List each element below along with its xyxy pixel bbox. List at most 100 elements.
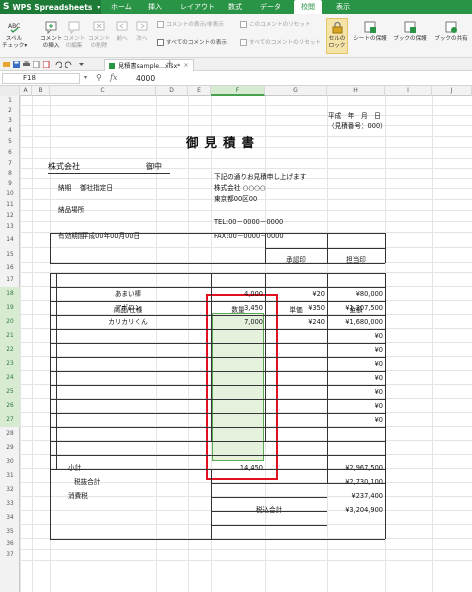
row-header[interactable]: 14 bbox=[0, 233, 20, 248]
item-name[interactable]: カリカリくん bbox=[50, 317, 206, 327]
item-amount[interactable]: ¥0 bbox=[327, 387, 383, 397]
column-header-c[interactable]: C bbox=[50, 86, 156, 96]
row-header[interactable]: 5 bbox=[0, 137, 20, 148]
column-header-g[interactable]: G bbox=[265, 86, 327, 96]
row-header[interactable]: 3 bbox=[0, 116, 20, 126]
row-header[interactable]: 34 bbox=[0, 511, 20, 525]
row-header[interactable]: 7 bbox=[0, 159, 20, 169]
tab-review[interactable]: 校閲 bbox=[294, 0, 322, 14]
total-amount[interactable]: ¥3,204,900 bbox=[327, 505, 383, 515]
row-header[interactable]: 8 bbox=[0, 169, 20, 179]
sheet-grid[interactable]: 平成 年 月 日 （見積番号：000） 御見積書 株式会社 御中 下記の通りお見… bbox=[20, 96, 472, 592]
row-header[interactable]: 37 bbox=[0, 550, 20, 561]
column-header-d[interactable]: D bbox=[156, 86, 188, 96]
tab-data[interactable]: データ bbox=[260, 0, 284, 14]
formula-input[interactable]: 4000 bbox=[136, 73, 470, 84]
row-header[interactable]: 23 bbox=[0, 357, 20, 371]
item-qty[interactable]: 4,000 bbox=[211, 289, 263, 299]
place-label[interactable]: 納品場所 bbox=[58, 205, 84, 215]
page-title[interactable]: 御見積書 bbox=[186, 132, 260, 151]
row-header[interactable]: 20 bbox=[0, 315, 20, 329]
date-line[interactable]: 平成 年 月 日 bbox=[328, 111, 381, 121]
subtotal-amount[interactable]: ¥2,967,500 bbox=[327, 463, 383, 473]
row-header[interactable]: 15 bbox=[0, 248, 20, 263]
undo-icon[interactable] bbox=[55, 61, 62, 68]
row-header[interactable]: 17 bbox=[0, 273, 20, 287]
column-header-j[interactable]: J bbox=[432, 86, 472, 96]
select-all-corner[interactable] bbox=[0, 86, 20, 96]
row-header[interactable]: 35 bbox=[0, 525, 20, 539]
next-comment-button[interactable]: 次へ bbox=[133, 21, 151, 43]
row-header[interactable]: 1 bbox=[0, 96, 20, 106]
row-header[interactable]: 25 bbox=[0, 385, 20, 399]
our-address[interactable]: 東京都00区00 bbox=[214, 194, 257, 204]
zoom-icon[interactable]: ⚲ bbox=[96, 73, 102, 82]
column-header-h[interactable]: H bbox=[327, 86, 385, 96]
print-icon[interactable] bbox=[23, 61, 30, 68]
row-header[interactable]: 12 bbox=[0, 211, 20, 222]
redo-icon[interactable] bbox=[65, 61, 72, 68]
row-header[interactable]: 9 bbox=[0, 179, 20, 189]
item-amount[interactable]: ¥80,000 bbox=[327, 289, 383, 299]
protect-sheet-button[interactable]: シートの保護 bbox=[352, 21, 388, 43]
item-qty[interactable]: 3,450 bbox=[211, 303, 263, 313]
item-price[interactable]: ¥350 bbox=[265, 303, 325, 313]
item-amount[interactable]: ¥0 bbox=[327, 345, 383, 355]
item-amount[interactable]: ¥1,680,000 bbox=[327, 317, 383, 327]
row-header[interactable]: 36 bbox=[0, 539, 20, 550]
spell-check-button[interactable]: ABC スペル チェック▾ bbox=[2, 21, 27, 50]
item-name[interactable]: アポロン bbox=[50, 303, 206, 313]
row-header[interactable]: 11 bbox=[0, 200, 20, 211]
item-amount[interactable]: ¥0 bbox=[327, 401, 383, 411]
share-book-button[interactable]: ブックの共有 bbox=[432, 21, 470, 43]
fx-icon[interactable]: fx bbox=[110, 73, 117, 82]
protect-book-button[interactable]: ブックの保護 bbox=[392, 21, 428, 43]
delete-comment-button[interactable]: コメント の削除 bbox=[88, 21, 110, 50]
delivery-label[interactable]: 納期 bbox=[58, 183, 71, 193]
item-amount[interactable]: ¥0 bbox=[327, 373, 383, 383]
row-header[interactable]: 21 bbox=[0, 329, 20, 343]
row-header[interactable]: 24 bbox=[0, 371, 20, 385]
tab-home[interactable]: ホーム bbox=[111, 0, 135, 14]
app-menu-button[interactable]: S WPS Spreadsheets ▾ bbox=[0, 0, 101, 14]
delivery-value[interactable]: 御社指定日 bbox=[80, 183, 113, 193]
show-all-comments-button[interactable]: すべてのコメントの表示 bbox=[157, 38, 227, 46]
item-price[interactable]: ¥240 bbox=[265, 317, 325, 327]
row-header[interactable]: 30 bbox=[0, 455, 20, 469]
print-preview-icon[interactable] bbox=[33, 61, 40, 68]
total-label[interactable]: 税込合計 bbox=[211, 505, 327, 515]
subtotal-qty[interactable]: 14,450 bbox=[211, 463, 263, 473]
export-pdf-icon[interactable] bbox=[43, 61, 50, 68]
tab-document[interactable]: 見積書sample...xlsx* × bbox=[104, 59, 194, 71]
row-header[interactable]: 33 bbox=[0, 497, 20, 511]
row-header[interactable]: 27 bbox=[0, 413, 20, 427]
name-box[interactable]: F18 bbox=[2, 73, 80, 84]
tab-formulas[interactable]: 数式 bbox=[228, 0, 248, 14]
lock-cell-button[interactable]: セルの ロック bbox=[326, 18, 348, 54]
chevron-down-icon[interactable] bbox=[78, 61, 85, 68]
reset-this-comment-button[interactable]: このコメントのリセット bbox=[240, 20, 311, 28]
client-company[interactable]: 株式会社 bbox=[48, 162, 80, 172]
column-header-i[interactable]: I bbox=[385, 86, 432, 96]
column-header-f[interactable]: F bbox=[211, 86, 265, 96]
row-header[interactable]: 10 bbox=[0, 189, 20, 200]
edit-comment-button[interactable]: コメント の編集 bbox=[63, 21, 85, 50]
greeting-text[interactable]: 下記の通りお見積申し上げます bbox=[214, 172, 306, 182]
row-header[interactable]: 2 bbox=[0, 106, 20, 116]
row-header[interactable]: 13 bbox=[0, 222, 20, 233]
insert-comment-button[interactable]: コメント の挿入 bbox=[40, 21, 62, 50]
item-amount[interactable]: ¥0 bbox=[327, 331, 383, 341]
chevron-down-icon[interactable]: ▾ bbox=[84, 74, 87, 81]
column-header-e[interactable]: E bbox=[188, 86, 211, 96]
subtotal-label[interactable]: 小計 bbox=[68, 463, 81, 473]
row-header[interactable]: 29 bbox=[0, 441, 20, 455]
folder-open-icon[interactable] bbox=[3, 61, 10, 68]
save-icon[interactable] bbox=[13, 61, 20, 68]
item-price[interactable]: ¥20 bbox=[265, 289, 325, 299]
item-amount[interactable]: ¥0 bbox=[327, 359, 383, 369]
reset-all-comments-button[interactable]: すべてのコメントのリセット bbox=[240, 38, 321, 46]
column-header-a[interactable]: A bbox=[20, 86, 32, 96]
row-header[interactable]: 16 bbox=[0, 263, 20, 273]
tab-insert[interactable]: 挿入 bbox=[148, 0, 168, 14]
row-header[interactable]: 32 bbox=[0, 483, 20, 497]
